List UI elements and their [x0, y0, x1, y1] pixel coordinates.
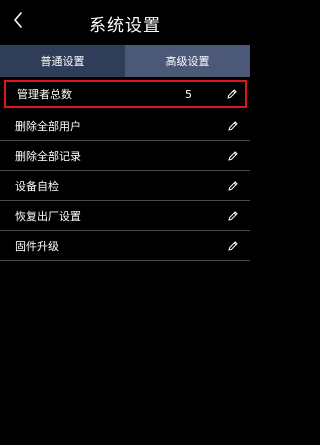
- list-item-delete-all-records[interactable]: 删除全部记录: [0, 141, 250, 171]
- pencil-icon[interactable]: [226, 149, 240, 163]
- page-title: 系统设置: [89, 16, 161, 36]
- list-item-label: 固件升级: [15, 239, 59, 253]
- list-item-label: 设备自检: [15, 179, 59, 193]
- list-item-value: 5: [185, 87, 192, 101]
- pencil-icon[interactable]: [225, 87, 239, 101]
- pencil-icon[interactable]: [226, 179, 240, 193]
- list-item-label: 管理者总数: [17, 88, 72, 101]
- pencil-icon[interactable]: [226, 209, 240, 223]
- list-item-factory-reset[interactable]: 恢复出厂设置: [0, 201, 250, 231]
- list-item-label: 恢复出厂设置: [15, 209, 81, 223]
- list-item-label: 删除全部用户: [15, 119, 81, 133]
- tab-advanced-settings[interactable]: 高级设置: [125, 45, 250, 77]
- list-item-firmware-upgrade[interactable]: 固件升级: [0, 231, 250, 261]
- list-item-delete-all-users[interactable]: 删除全部用户: [0, 111, 250, 141]
- list-item-admin-count[interactable]: 管理者总数 5: [4, 80, 247, 108]
- top-bar: 系统设置: [0, 0, 250, 44]
- settings-list: 管理者总数 5 删除全部用户 删除全部记录 设备自检 恢复出厂设置 固件升级: [0, 80, 250, 261]
- tab-bar: 普通设置 高级设置: [0, 45, 250, 77]
- list-item-label: 删除全部记录: [15, 149, 81, 163]
- list-item-device-self-test[interactable]: 设备自检: [0, 171, 250, 201]
- pencil-icon[interactable]: [226, 119, 240, 133]
- tab-normal-settings[interactable]: 普通设置: [0, 45, 125, 77]
- pencil-icon[interactable]: [226, 239, 240, 253]
